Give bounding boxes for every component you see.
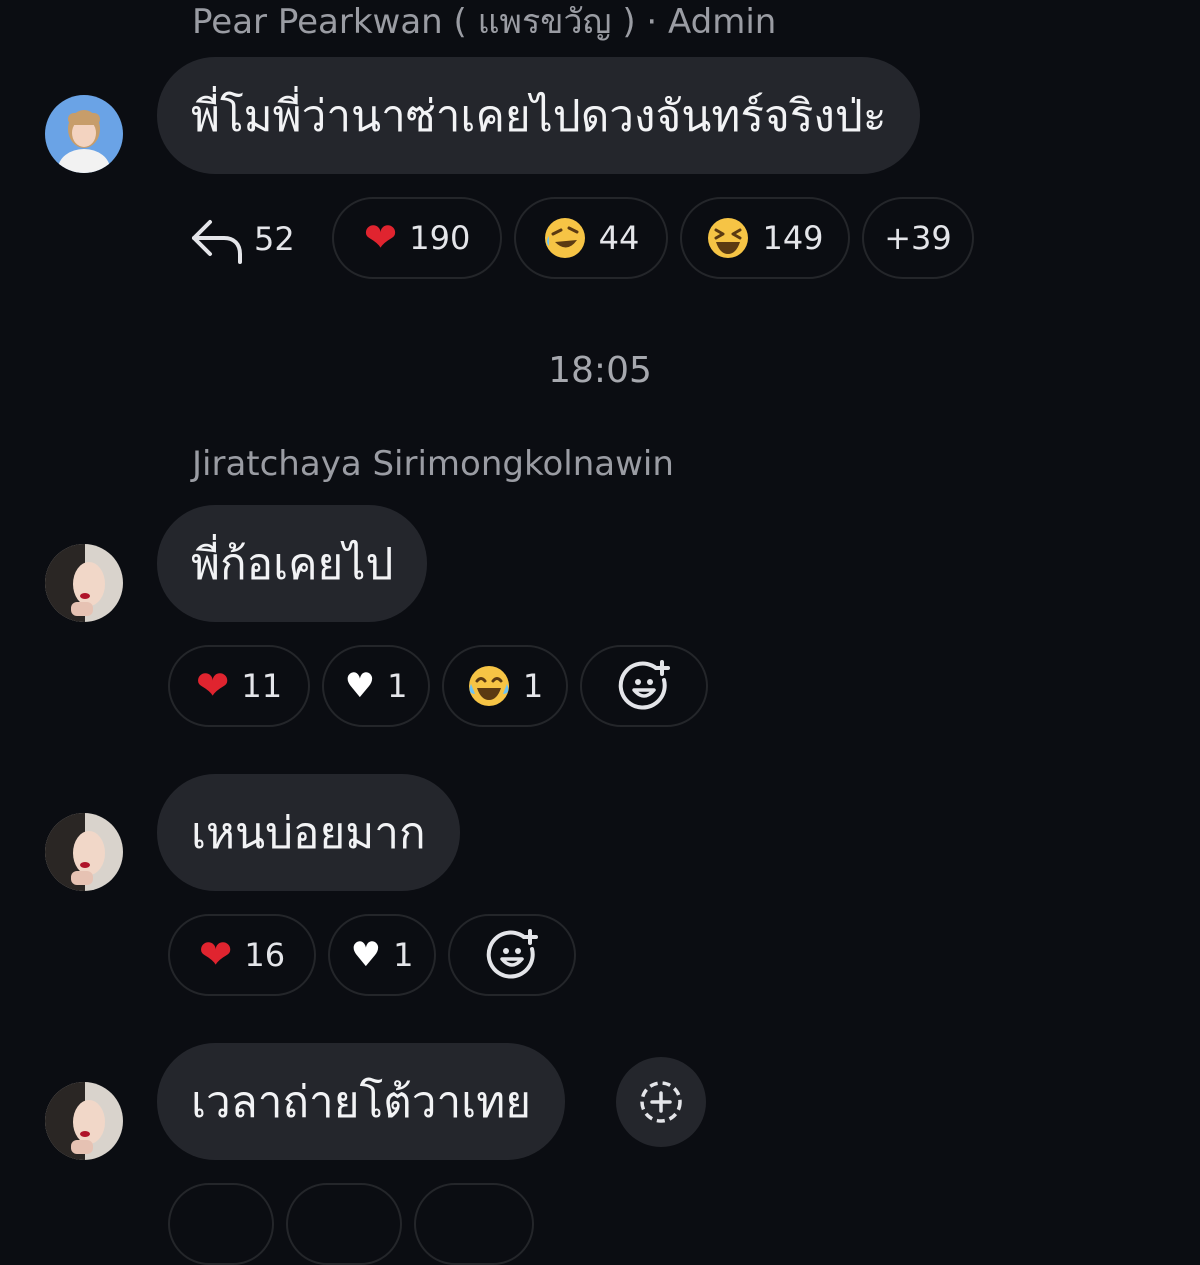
avatar-jiratchaya[interactable]: [45, 1082, 123, 1160]
reaction-count: 1: [393, 936, 414, 974]
avatar-image: [45, 544, 123, 622]
reply-button[interactable]: 52: [190, 214, 295, 264]
sender-name-pear: Pear Pearkwan ( แพรขวัญ ) · Admin: [192, 2, 777, 42]
more-reactions-count: +39: [884, 219, 952, 257]
add-reaction-icon: [618, 660, 670, 710]
more-reactions-chip[interactable]: +39: [862, 197, 974, 279]
avatar-image: [45, 1082, 123, 1160]
reaction-count: 1: [387, 667, 408, 705]
red-heart-icon: ❤: [198, 932, 233, 978]
add-reaction-button[interactable]: [448, 914, 576, 996]
rofl-face-icon: [544, 218, 585, 258]
reaction-chip-partial[interactable]: [168, 1183, 274, 1265]
add-reaction-dashed-icon: [640, 1081, 682, 1123]
red-heart-icon: ❤: [195, 663, 230, 709]
reply-arrow-icon: [192, 220, 242, 264]
avatar-image: [45, 95, 123, 173]
add-reaction-icon: [486, 929, 538, 979]
tears-of-joy-icon: [468, 666, 509, 706]
message-text: เหนบ่อยมาก: [191, 807, 426, 859]
avatar-jiratchaya[interactable]: [45, 813, 123, 891]
message-bubble[interactable]: เหนบ่อยมาก: [157, 774, 460, 891]
message-bubble[interactable]: พี่โมพี่ว่านาซ่าเคยไปดวงจันทร์จริงป่ะ: [157, 57, 921, 174]
reaction-chip-laughing[interactable]: 149: [680, 197, 850, 279]
sender-name-jiratchaya: Jiratchaya Sirimongkolnawin: [192, 444, 674, 484]
reaction-chip-partial[interactable]: [414, 1183, 534, 1265]
add-reaction-button[interactable]: [580, 645, 708, 727]
reaction-chip-red-heart[interactable]: ❤ 16: [168, 914, 316, 996]
reply-count: 52: [254, 220, 295, 258]
timestamp: 18:05: [548, 350, 652, 391]
reaction-count: 44: [598, 219, 640, 257]
reaction-count: 11: [241, 667, 283, 705]
reaction-count: 1: [522, 667, 544, 705]
red-heart-icon: ❤: [363, 215, 398, 261]
reaction-chip-rofl[interactable]: 44: [514, 197, 668, 279]
reaction-chip-red-heart[interactable]: ❤ 11: [168, 645, 310, 727]
message-bubble[interactable]: เวลาถ่ายโต้วาเทย: [157, 1043, 565, 1160]
reaction-count: 16: [244, 936, 286, 974]
message-text: พี่โมพี่ว่านาซ่าเคยไปดวงจันทร์จริงป่ะ: [191, 90, 887, 142]
white-heart-icon: ♥: [350, 935, 382, 975]
reaction-count: 190: [409, 219, 471, 257]
white-heart-icon: ♥: [344, 666, 376, 706]
reaction-chip-red-heart[interactable]: ❤ 190: [332, 197, 502, 279]
message-text: พี่ก้อเคยไป: [191, 538, 394, 590]
message-bubble[interactable]: พี่ก้อเคยไป: [157, 505, 428, 622]
laughing-face-icon: [708, 218, 749, 258]
avatar-pear[interactable]: [45, 95, 123, 173]
reaction-chip-partial[interactable]: [286, 1183, 402, 1265]
reaction-count: 149: [762, 219, 824, 257]
reaction-chip-tears-of-joy[interactable]: 1: [442, 645, 568, 727]
reaction-chip-white-heart[interactable]: ♥ 1: [322, 645, 430, 727]
reaction-chip-white-heart[interactable]: ♥ 1: [328, 914, 436, 996]
add-reaction-button[interactable]: [616, 1057, 706, 1147]
avatar-jiratchaya[interactable]: [45, 544, 123, 622]
avatar-image: [45, 813, 123, 891]
message-text: เวลาถ่ายโต้วาเทย: [191, 1076, 531, 1128]
